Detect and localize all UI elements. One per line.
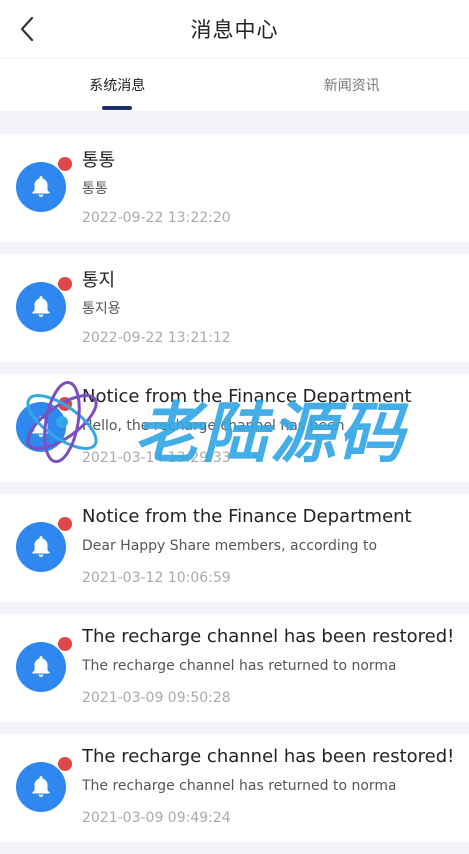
bell-icon <box>28 654 54 680</box>
message-avatar <box>16 642 66 692</box>
message-item[interactable]: Notice from the Finance Department Hello… <box>0 374 469 482</box>
message-avatar <box>16 162 66 212</box>
active-tab-indicator <box>102 106 132 110</box>
message-item[interactable]: 통통 통통 2022-09-22 13:22:20 <box>0 134 469 242</box>
unread-dot <box>58 157 72 171</box>
message-preview: 통통 <box>82 178 395 198</box>
message-avatar <box>16 402 66 452</box>
message-title: 통통 <box>82 146 467 172</box>
message-preview: The recharge channel has returned to nor… <box>82 778 395 794</box>
bell-icon <box>28 294 54 320</box>
unread-dot <box>58 397 72 411</box>
message-avatar <box>16 522 66 572</box>
message-time: 2021-03-14 13:29:33 <box>82 450 231 466</box>
message-preview: Dear Happy Share members, according to <box>82 538 395 554</box>
message-time: 2021-03-09 09:49:24 <box>82 810 231 826</box>
bell-icon <box>28 534 54 560</box>
message-time: 2022-09-22 13:21:12 <box>82 330 231 346</box>
page-title: 消息中心 <box>191 14 279 44</box>
message-preview: Hello, the recharge channel has been <box>82 418 395 434</box>
message-time: 2022-09-22 13:22:20 <box>82 210 231 226</box>
message-time: 2021-03-12 10:06:59 <box>82 570 231 586</box>
bell-icon <box>28 414 54 440</box>
tab-label: 系统消息 <box>89 75 145 95</box>
message-item[interactable]: The recharge channel has been restored! … <box>0 734 469 842</box>
message-title: The recharge channel has been restored! <box>82 626 467 647</box>
unread-dot <box>58 277 72 291</box>
message-avatar <box>16 282 66 332</box>
chevron-left-icon <box>19 16 35 42</box>
message-title: 통지 <box>82 266 467 292</box>
message-title: Notice from the Finance Department <box>82 506 467 527</box>
bell-icon <box>28 174 54 200</box>
back-button[interactable] <box>12 14 42 44</box>
bell-icon <box>28 774 54 800</box>
message-item[interactable]: 통지 통지용 2022-09-22 13:21:12 <box>0 254 469 362</box>
top-bar: 消息中心 <box>0 0 469 58</box>
message-title: Notice from the Finance Department <box>82 386 467 407</box>
tab-bar: 系统消息 新闻资讯 <box>0 58 469 111</box>
message-title: The recharge channel has been restored! <box>82 746 467 767</box>
message-preview: 통지용 <box>82 298 395 318</box>
message-time: 2021-03-09 09:50:28 <box>82 690 231 706</box>
tab-news[interactable]: 新闻资讯 <box>235 59 469 111</box>
message-preview: The recharge channel has returned to nor… <box>82 658 395 674</box>
message-item[interactable]: Notice from the Finance Department Dear … <box>0 494 469 602</box>
unread-dot <box>58 637 72 651</box>
unread-dot <box>58 757 72 771</box>
unread-dot <box>58 517 72 531</box>
message-avatar <box>16 762 66 812</box>
message-list: 통통 통통 2022-09-22 13:22:20 통지 통지용 2022-09… <box>0 134 469 854</box>
tab-system-messages[interactable]: 系统消息 <box>0 59 235 111</box>
message-item[interactable]: The recharge channel has been restored! … <box>0 614 469 722</box>
tab-label: 新闻资讯 <box>324 75 380 95</box>
